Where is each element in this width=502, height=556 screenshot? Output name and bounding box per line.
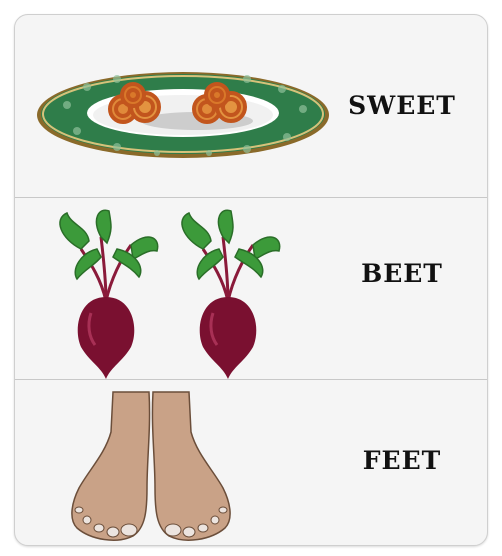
row-feet: FEET [15,380,487,545]
beetroot-icon [181,209,281,379]
feet-icon [71,391,231,541]
word-card-panel: SWEET BEET FEET [14,14,488,546]
word-feet: FEET [362,446,442,475]
row-beet: BEET [15,197,487,379]
row-sweet: SWEET [15,15,487,197]
beetroot-icon [59,209,159,379]
word-sweet: SWEET [348,91,456,120]
word-beet: BEET [361,259,443,288]
jalebi-plate-icon [37,72,329,158]
